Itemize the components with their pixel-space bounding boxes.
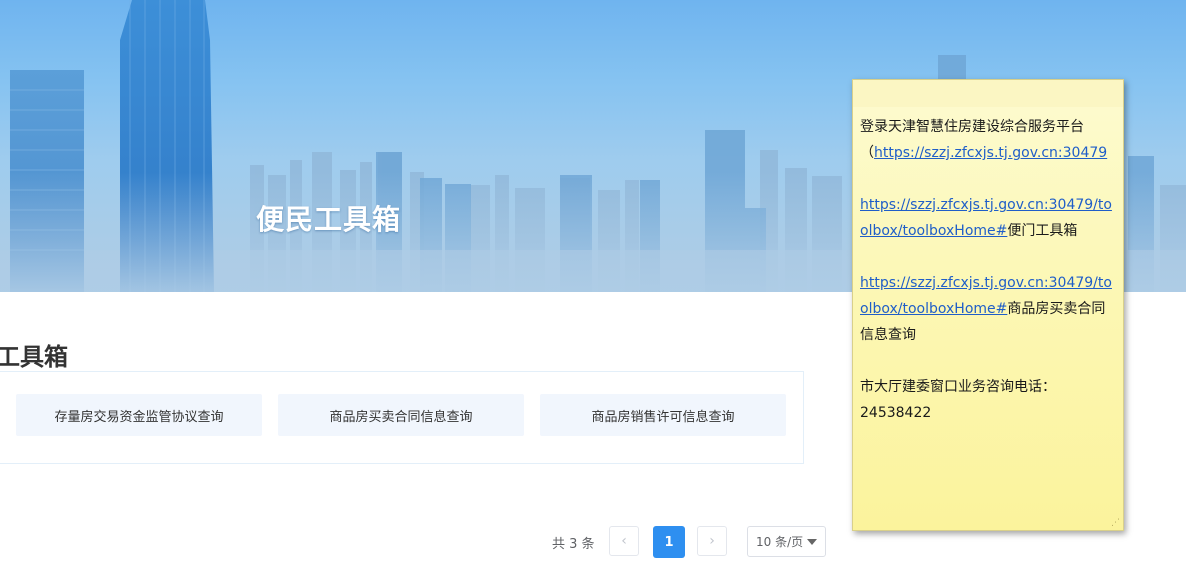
sticky-note[interactable]: 登录天津智慧住房建设综合服务平台 （https://szzj.zfcxjs.tj… xyxy=(852,79,1124,531)
caret-down-icon xyxy=(807,539,817,545)
page-number-current[interactable]: 1 xyxy=(653,526,685,558)
note-phone-number: 24538422 xyxy=(860,405,932,421)
note-link-platform[interactable]: https://szzj.zfcxjs.tj.gov.cn:30479 xyxy=(874,145,1107,161)
sticky-note-header[interactable] xyxy=(853,80,1123,107)
tool-card-sales-contract-query[interactable]: 商品房买卖合同信息查询 xyxy=(278,394,524,436)
section-title: 工具箱 xyxy=(0,343,68,371)
note-line-link1: （https://szzj.zfcxjs.tj.gov.cn:30479 xyxy=(860,140,1116,166)
page-size-value: 10 条/页 xyxy=(756,535,804,549)
note-paren: （ xyxy=(860,145,874,161)
note-link2-suffix: 便门工具箱 xyxy=(1007,223,1078,239)
prev-page-button[interactable]: ‹ xyxy=(609,526,639,556)
pagination-total: 共 3 条 xyxy=(552,537,595,552)
chevron-left-icon: ‹ xyxy=(621,533,627,549)
sticky-note-body[interactable]: 登录天津智慧住房建设综合服务平台 （https://szzj.zfcxjs.tj… xyxy=(860,114,1116,426)
tool-card-fund-supervision-query[interactable]: 存量房交易资金监管协议查询 xyxy=(16,394,262,436)
resize-grip-icon[interactable]: ⋰ xyxy=(1111,519,1120,528)
tool-card-sales-license-query[interactable]: 商品房销售许可信息查询 xyxy=(540,394,786,436)
note-phone-label: 市大厅建委窗口业务咨询电话： xyxy=(860,379,1056,395)
next-page-button[interactable]: › xyxy=(697,526,727,556)
banner-title: 便民工具箱 xyxy=(256,203,402,236)
chevron-right-icon: › xyxy=(709,533,715,549)
page-size-select[interactable]: 10 条/页 xyxy=(747,526,826,557)
note-line-link2: https://szzj.zfcxjs.tj.gov.cn:30479/tool… xyxy=(860,192,1116,244)
note-line-link3: https://szzj.zfcxjs.tj.gov.cn:30479/tool… xyxy=(860,270,1116,348)
note-line-login: 登录天津智慧住房建设综合服务平台 xyxy=(860,119,1084,135)
